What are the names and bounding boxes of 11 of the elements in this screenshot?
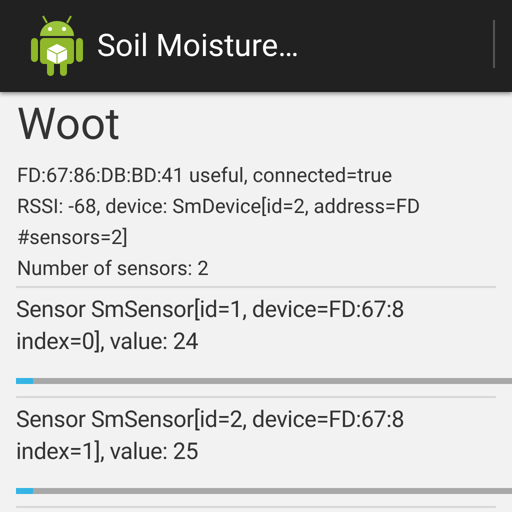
info-text: RSSI: -68, device: SmDevice[id=2, address=FD bbox=[17, 193, 420, 220]
info-text: Number of sensors: 2 bbox=[17, 255, 209, 282]
info-text: #sensors=2] bbox=[17, 224, 128, 251]
sensor-text: index=0], value: 24 bbox=[16, 327, 198, 357]
sensor-text: Sensor SmSensor[id=2, device=FD:67:8 bbox=[16, 405, 404, 435]
android-robot-icon bbox=[30, 14, 84, 78]
sensor-text: Sensor SmSensor[id=1, device=FD:67:8 bbox=[16, 295, 404, 325]
heading: Woot bbox=[17, 98, 121, 150]
sensor-text: index=1], value: 25 bbox=[16, 437, 198, 467]
info-text: FD:67:86:DB:BD:41 useful, connected=true bbox=[17, 162, 392, 189]
app-title: Soil Moisture… bbox=[97, 26, 299, 66]
